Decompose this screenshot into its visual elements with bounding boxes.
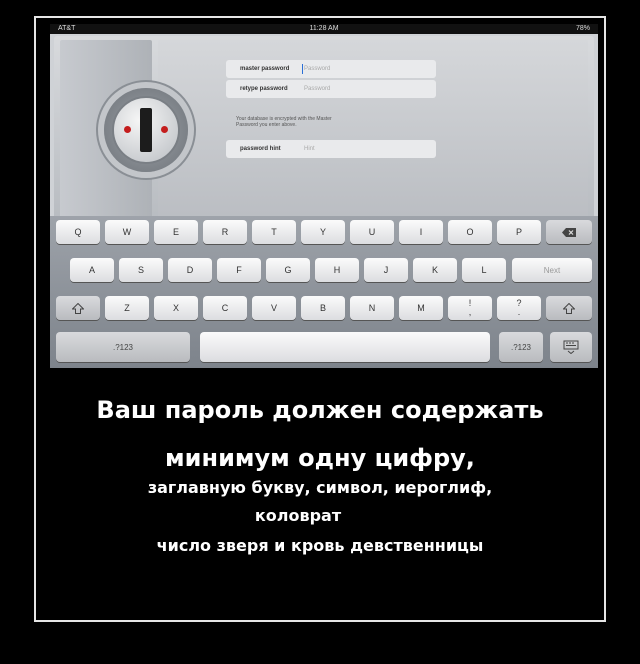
retype-password-field[interactable]: retype password Password <box>226 80 436 98</box>
key-r[interactable]: R <box>203 220 247 244</box>
key-period-label: . <box>517 307 521 317</box>
key-comma-label: , <box>468 307 472 317</box>
key-d[interactable]: D <box>168 258 212 282</box>
key-c[interactable]: C <box>203 296 247 320</box>
shift-icon <box>563 302 575 314</box>
numbers-key-left[interactable]: .?123 <box>56 332 190 362</box>
text-cursor <box>302 64 303 74</box>
key-a[interactable]: A <box>70 258 114 282</box>
key-v[interactable]: V <box>252 296 296 320</box>
caption-line-5: число зверя и кровь девственницы <box>156 536 484 555</box>
on-screen-keyboard: Q W E R T Y U I O P A S D F G H J K L Ne… <box>50 216 598 368</box>
encryption-note: Your database is encrypted with the Mast… <box>236 116 332 128</box>
vault-app: master password Password retype password… <box>54 36 594 226</box>
key-u[interactable]: U <box>350 220 394 244</box>
key-f[interactable]: F <box>217 258 261 282</box>
caption-line-3: заглавную букву, символ, иероглиф, <box>147 478 493 497</box>
next-key[interactable]: Next <box>512 258 592 282</box>
password-hint-label: password hint <box>240 146 281 152</box>
key-o[interactable]: O <box>448 220 492 244</box>
numbers-key-right[interactable]: .?123 <box>499 332 543 362</box>
key-n[interactable]: N <box>350 296 394 320</box>
shift-icon <box>72 302 84 314</box>
password-hint-field[interactable]: password hint Hint <box>226 140 436 158</box>
space-bar[interactable] <box>200 332 490 362</box>
backspace-key[interactable] <box>546 220 592 244</box>
key-j[interactable]: J <box>364 258 408 282</box>
key-z[interactable]: Z <box>105 296 149 320</box>
key-m[interactable]: M <box>399 296 443 320</box>
key-t[interactable]: T <box>252 220 296 244</box>
key-b[interactable]: B <box>301 296 345 320</box>
shift-key-right[interactable] <box>546 296 592 320</box>
ipad-screen: AT&T 11:28 AM 78% master password Passwo… <box>50 24 598 368</box>
key-x[interactable]: X <box>154 296 198 320</box>
lock-indicator-left <box>124 126 131 133</box>
caption-line-4: коловрат <box>254 506 342 525</box>
status-bar: AT&T 11:28 AM 78% <box>50 24 598 34</box>
master-password-placeholder: Password <box>304 66 331 72</box>
lock-face <box>112 96 180 164</box>
key-y[interactable]: Y <box>301 220 345 244</box>
key-e[interactable]: E <box>154 220 198 244</box>
caption-line-1: Ваш пароль должен содержать <box>96 396 544 424</box>
battery-label: 78% <box>575 25 590 32</box>
key-h[interactable]: H <box>315 258 359 282</box>
retype-password-label: retype password <box>240 86 288 92</box>
key-k[interactable]: K <box>413 258 457 282</box>
password-hint-placeholder: Hint <box>304 146 315 152</box>
lock-handle <box>140 108 152 152</box>
keyboard-hide-icon <box>563 340 579 354</box>
key-s[interactable]: S <box>119 258 163 282</box>
shift-key-left[interactable] <box>56 296 100 320</box>
caption-line-2: минимум одну цифру, <box>165 444 475 472</box>
key-w[interactable]: W <box>105 220 149 244</box>
key-q[interactable]: Q <box>56 220 100 244</box>
key-i[interactable]: I <box>399 220 443 244</box>
key-p[interactable]: P <box>497 220 541 244</box>
backspace-icon <box>562 227 576 237</box>
master-password-field[interactable]: master password Password <box>226 60 436 78</box>
retype-password-placeholder: Password <box>304 86 331 92</box>
key-g[interactable]: G <box>266 258 310 282</box>
lock-indicator-right <box>161 126 168 133</box>
hide-keyboard-key[interactable] <box>550 332 592 362</box>
key-l[interactable]: L <box>462 258 506 282</box>
lock-dial-icon <box>104 88 188 172</box>
key-exclaim-comma[interactable]: ! , <box>448 296 492 320</box>
master-password-label: master password <box>240 66 290 72</box>
key-question-period[interactable]: ? . <box>497 296 541 320</box>
status-clock: 11:28 AM <box>309 25 339 32</box>
